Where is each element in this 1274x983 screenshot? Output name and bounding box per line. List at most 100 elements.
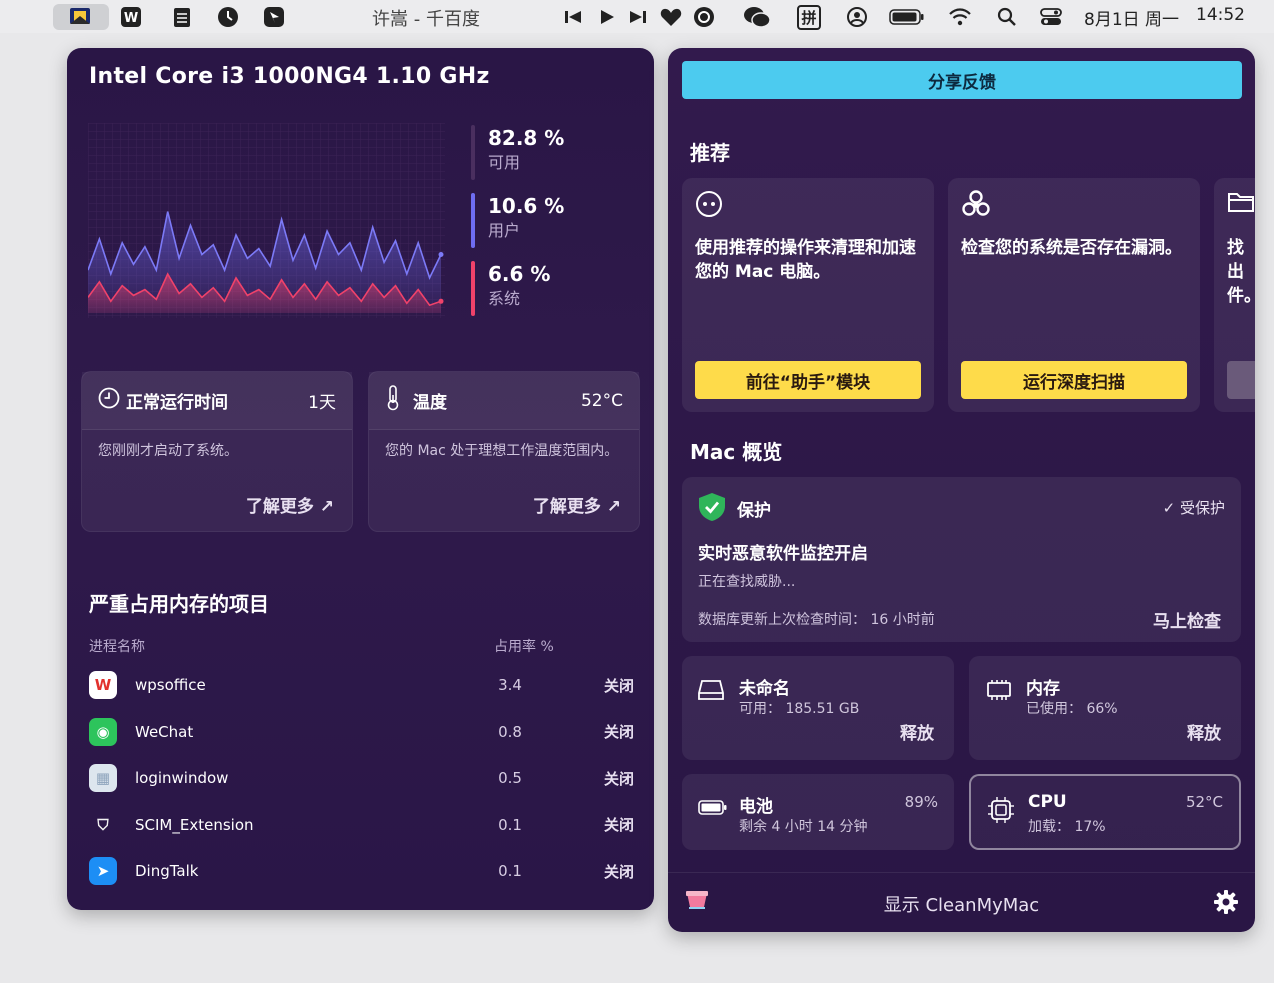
process-row: Wwpsoffice 3.4 关闭 bbox=[89, 665, 634, 705]
dingtalk-icon[interactable] bbox=[261, 4, 287, 30]
scan-status-text: 正在查找威胁... bbox=[698, 574, 796, 590]
memory-title: 内存 bbox=[1026, 679, 1060, 699]
quit-process-button[interactable]: 关闭 bbox=[604, 721, 634, 742]
disk-free-text: 可用： 185.51 GB bbox=[739, 701, 860, 717]
user-load-current-dot bbox=[438, 252, 444, 257]
disk-free-up-button[interactable]: 释放 bbox=[900, 719, 934, 744]
mac-overview-title: Mac 概览 bbox=[690, 440, 783, 464]
memory-used-text: 已使用： 66% bbox=[1026, 701, 1118, 717]
rec-card-large-files: 找出件。 bbox=[1214, 178, 1255, 412]
finder-scan-icon[interactable] bbox=[53, 4, 109, 30]
uptime-learn-more-link[interactable]: 了解更多 ↗ bbox=[246, 492, 334, 517]
uptime-header: 正常运行时间 1天 bbox=[82, 372, 352, 430]
rec-text-assistant: 使用推荐的操作来清理和加速您的 Mac 电脑。 bbox=[695, 238, 916, 282]
wifi-icon[interactable] bbox=[947, 4, 973, 30]
quit-process-button[interactable]: 关闭 bbox=[604, 768, 634, 789]
biohazard-icon bbox=[961, 190, 991, 224]
loginwindow-icon: ▦ bbox=[89, 764, 117, 792]
rec-text-large-files: 找出件。 bbox=[1227, 238, 1255, 306]
input-method-icon[interactable]: 拼 bbox=[796, 4, 822, 30]
disk-title: 未命名 bbox=[739, 679, 790, 699]
clock-icon[interactable] bbox=[215, 4, 241, 30]
process-usage: 0.5 bbox=[498, 769, 522, 787]
process-usage: 0.1 bbox=[498, 815, 522, 834]
svg-text:W: W bbox=[124, 11, 138, 26]
process-name: loginwindow bbox=[135, 769, 229, 787]
thermometer-icon bbox=[385, 385, 413, 416]
uptime-desc: 您刚刚才启动了系统。 bbox=[98, 443, 238, 459]
cpu-panel: Intel Core i3 1000NG4 1.10 GHz 82.8 % 可用 bbox=[67, 48, 654, 910]
quit-process-button[interactable]: 关闭 bbox=[604, 814, 634, 835]
recommendations-title: 推荐 bbox=[690, 141, 730, 165]
cpu-chip-icon bbox=[987, 796, 1015, 830]
protection-status: ✓ 受保护 bbox=[1162, 499, 1225, 517]
scim-shield-icon: ⛉ bbox=[97, 815, 109, 834]
uptime-card: 正常运行时间 1天 您刚刚才启动了系统。 了解更多 ↗ bbox=[81, 371, 353, 532]
run-deep-scan-button[interactable]: 运行深度扫描 bbox=[961, 361, 1187, 399]
cpu-system-stat: 6.6 % 系统 bbox=[471, 261, 550, 316]
battery-icon[interactable] bbox=[888, 4, 926, 30]
user-value: 10.6 % bbox=[488, 194, 565, 218]
go-to-assistant-button[interactable]: 前往“助手”模块 bbox=[695, 361, 921, 399]
music-app-icon[interactable] bbox=[692, 4, 716, 30]
shield-check-icon bbox=[698, 492, 726, 526]
user-label: 用户 bbox=[488, 221, 521, 240]
play-icon[interactable] bbox=[596, 4, 618, 30]
control-center-icon[interactable] bbox=[1038, 4, 1064, 30]
disk-tile[interactable]: 未命名 可用： 185.51 GB 释放 bbox=[682, 656, 954, 760]
process-row: ⛉ SCIM_Extension 0.1 关闭 bbox=[89, 805, 634, 845]
prev-track-icon[interactable] bbox=[562, 4, 584, 30]
process-row: ◉ WeChat 0.8 关闭 bbox=[89, 712, 634, 752]
now-playing-title[interactable]: 许嵩 - 千百度 bbox=[372, 5, 480, 31]
cpu-tile-title: CPU bbox=[1028, 792, 1067, 812]
memory-free-up-button[interactable]: 释放 bbox=[1187, 719, 1221, 744]
temperature-card: 温度 52°C 您的 Mac 处于理想工作温度范围内。 了解更多 ↗ bbox=[368, 371, 640, 532]
cpu-model-title: Intel Core i3 1000NG4 1.10 GHz bbox=[89, 64, 490, 89]
protection-card: 保护 ✓ 受保护 实时恶意软件监控开启 正在查找威胁... 数据库更新上次检查时… bbox=[682, 477, 1241, 642]
next-track-icon[interactable] bbox=[627, 4, 649, 30]
quit-process-button[interactable]: 关闭 bbox=[604, 675, 634, 696]
cpu-user-stat: 10.6 % 用户 bbox=[471, 193, 564, 248]
battery-tile[interactable]: 电池 剩余 4 小时 14 分钟 89% bbox=[682, 774, 954, 850]
open-cleanmymac-button[interactable]: 显示 CleanMyMac bbox=[668, 891, 1255, 917]
memory-chip-icon bbox=[985, 678, 1013, 708]
search-icon[interactable] bbox=[995, 4, 1019, 30]
quit-process-button[interactable]: 关闭 bbox=[604, 861, 634, 882]
menu-bar: W 许嵩 - 千百度 拼 8月1日 周一 14:52 bbox=[0, 0, 1274, 33]
wps-icon: W bbox=[89, 671, 117, 699]
process-name: DingTalk bbox=[135, 862, 199, 880]
cpu-available-stat: 82.8 % 可用 bbox=[471, 125, 564, 180]
process-name: wpsoffice bbox=[135, 676, 206, 694]
system-label: 系统 bbox=[488, 289, 521, 308]
cpu-tile[interactable]: CPU 加载： 17% 52°C bbox=[969, 774, 1241, 850]
rec-large-files-button[interactable] bbox=[1227, 361, 1255, 399]
folder-icon bbox=[1227, 190, 1255, 220]
check-now-button[interactable]: 马上检查 bbox=[1153, 607, 1221, 632]
gear-icon[interactable] bbox=[1213, 889, 1239, 919]
memory-tile[interactable]: 内存 已使用： 66% 释放 bbox=[969, 656, 1241, 760]
wechat-icon[interactable] bbox=[742, 4, 772, 30]
menu-bar-time[interactable]: 14:52 bbox=[1196, 5, 1245, 25]
rec-card-vulnerability: 检查您的系统是否存在漏洞。 运行深度扫描 bbox=[948, 178, 1200, 412]
cpu-load-chart bbox=[88, 123, 445, 318]
available-bar bbox=[471, 125, 475, 180]
battery-title: 电池 bbox=[739, 797, 773, 817]
battery-percent: 89% bbox=[904, 793, 938, 811]
menu-bar-date[interactable]: 8月1日 周一 bbox=[1084, 5, 1179, 30]
user-icon[interactable] bbox=[845, 4, 869, 30]
memory-hogs-title: 严重占用内存的项目 bbox=[89, 592, 269, 616]
cleanmymac-menu-panel: 分享反馈 推荐 使用推荐的操作来清理和加速您的 Mac 电脑。 前往“助手”模块… bbox=[668, 48, 1255, 932]
wps-icon[interactable]: W bbox=[118, 4, 144, 30]
uptime-title: 正常运行时间 bbox=[126, 393, 228, 413]
protection-title: 保护 bbox=[737, 501, 771, 521]
notes-icon[interactable] bbox=[170, 4, 194, 30]
system-bar bbox=[471, 261, 475, 316]
temperature-learn-more-link[interactable]: 了解更多 ↗ bbox=[533, 492, 621, 517]
process-usage: 3.4 bbox=[498, 676, 522, 694]
temperature-header: 温度 52°C bbox=[369, 372, 639, 430]
process-row: ➤ DingTalk 0.1 关闭 bbox=[89, 851, 634, 891]
rec-card-assistant: 使用推荐的操作来清理和加速您的 Mac 电脑。 前往“助手”模块 bbox=[682, 178, 934, 412]
user-bar bbox=[471, 193, 475, 248]
share-feedback-button[interactable]: 分享反馈 bbox=[682, 61, 1242, 99]
heart-icon[interactable] bbox=[659, 4, 683, 30]
